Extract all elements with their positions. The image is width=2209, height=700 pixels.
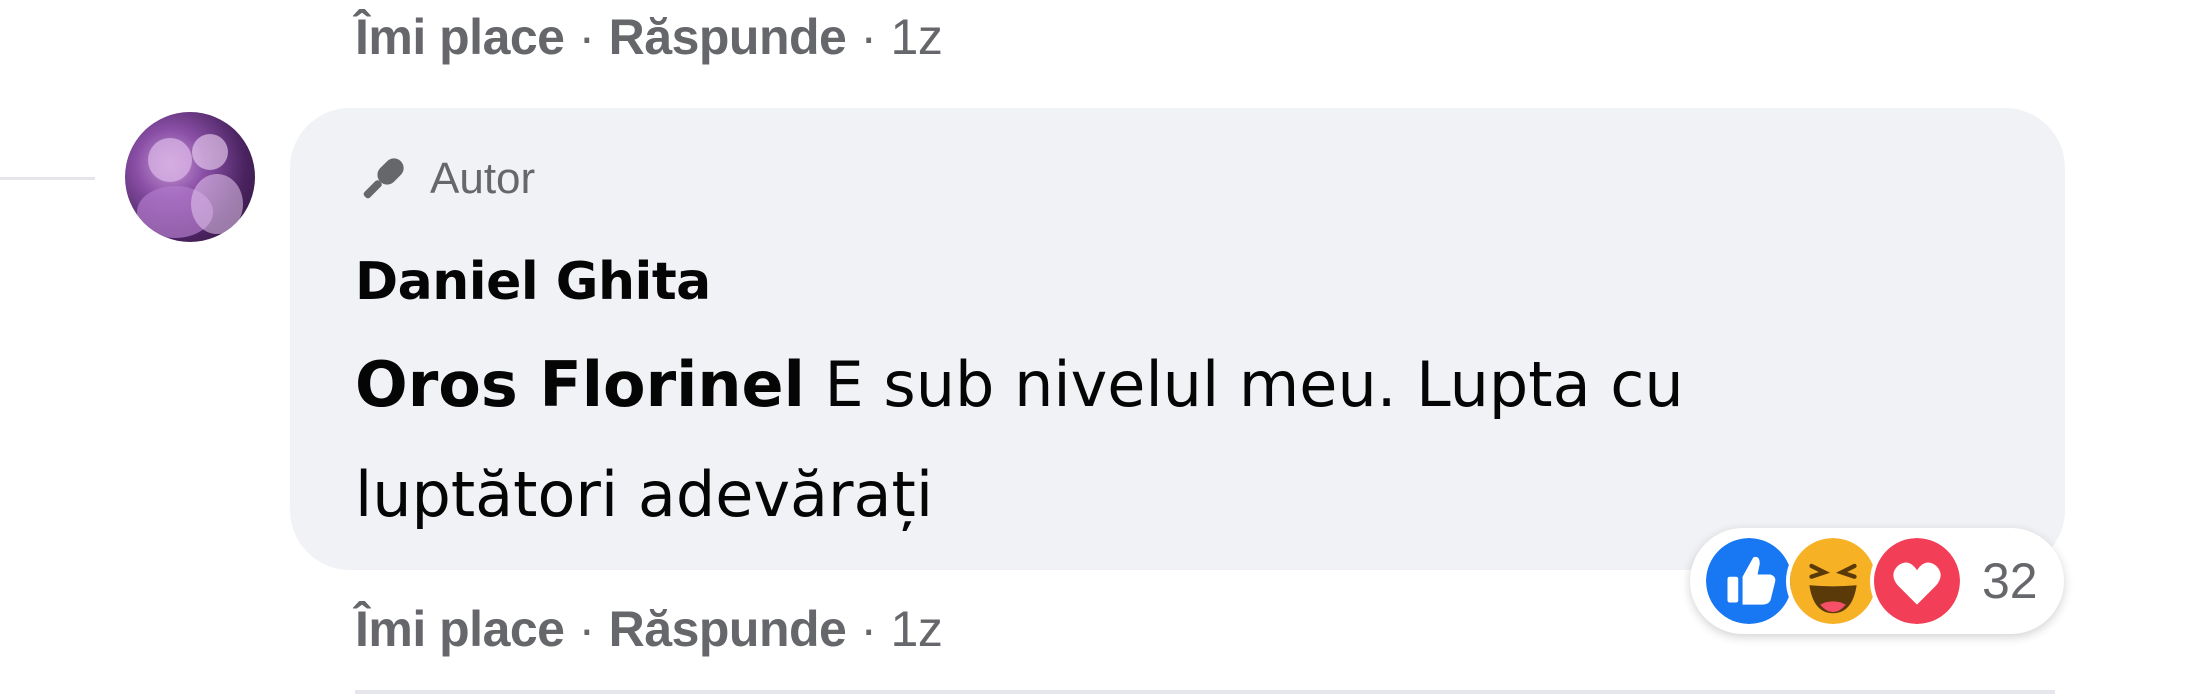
like-action[interactable]: Îmi place	[355, 8, 565, 66]
comment-actions: Îmi place · Răspunde · 1z	[355, 600, 943, 658]
microphone-icon	[363, 158, 404, 199]
reply-action[interactable]: Răspunde	[609, 600, 847, 658]
comment-text: Oros Florinel E sub nivelul meu. Lupta c…	[355, 330, 1875, 550]
avatar[interactable]	[125, 112, 255, 242]
timestamp[interactable]: 1z	[891, 600, 943, 658]
divider	[355, 690, 2055, 694]
comment-author[interactable]: Daniel Ghita	[355, 252, 711, 312]
previous-comment-actions: Îmi place · Răspunde · 1z	[355, 8, 943, 66]
timestamp[interactable]: 1z	[891, 8, 943, 66]
like-action[interactable]: Îmi place	[355, 600, 565, 658]
like-icon	[1702, 534, 1796, 628]
love-icon	[1870, 534, 1964, 628]
reply-action[interactable]: Răspunde	[609, 8, 847, 66]
separator-dot: ·	[860, 601, 877, 657]
reactions-summary[interactable]: 32	[1690, 528, 2064, 634]
reaction-count: 32	[1982, 553, 2038, 609]
reply-thread-line	[0, 177, 95, 180]
separator-dot: ·	[578, 601, 596, 657]
author-badge-label: Autor	[430, 154, 536, 203]
haha-icon	[1786, 534, 1880, 628]
separator-dot: ·	[578, 9, 596, 65]
author-badge: Autor	[352, 148, 535, 210]
mention-link[interactable]: Oros Florinel	[355, 348, 805, 421]
separator-dot: ·	[860, 9, 877, 65]
